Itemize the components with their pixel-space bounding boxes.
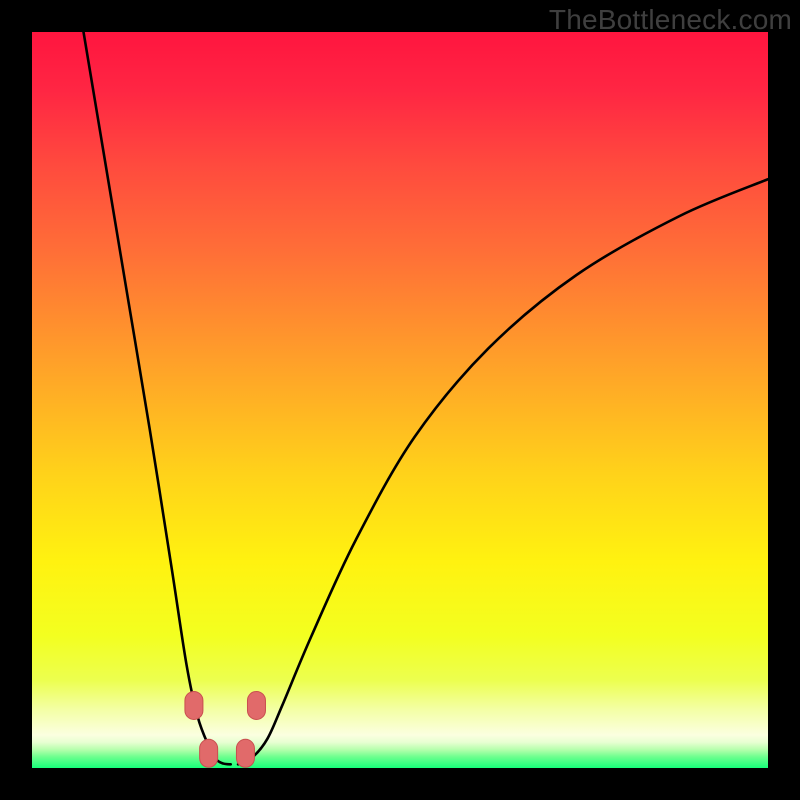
chart-frame: TheBottleneck.com (0, 0, 800, 800)
marker-2 (247, 691, 265, 719)
marker-3 (200, 739, 218, 767)
marker-4 (236, 739, 254, 767)
gradient-background (32, 32, 768, 768)
marker-1 (185, 691, 203, 719)
plot-area (32, 32, 768, 768)
chart-svg (32, 32, 768, 768)
